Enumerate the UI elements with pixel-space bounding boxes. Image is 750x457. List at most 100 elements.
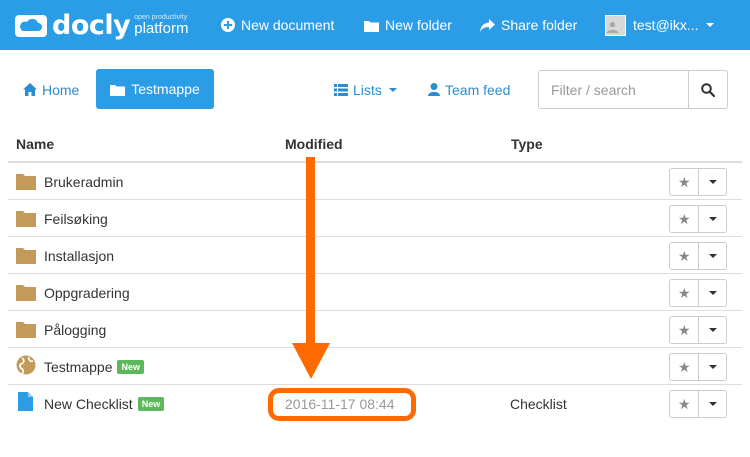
table-row[interactable]: Pålogging ★ [8, 311, 742, 348]
row-actions: ★ [669, 279, 727, 307]
row-name-text: Testmappe [44, 359, 113, 375]
home-label: Home [42, 81, 80, 98]
annotation-arrow-head [292, 343, 330, 379]
list-icon [334, 83, 348, 96]
row-name[interactable]: Brukeradmin [44, 174, 123, 190]
share-folder-button[interactable]: Share folder [480, 0, 577, 50]
chevron-down-icon [708, 402, 717, 406]
new-badge: New [117, 360, 144, 374]
home-button[interactable]: Home [23, 70, 79, 109]
star-icon: ★ [677, 247, 691, 264]
star-icon: ★ [677, 358, 691, 375]
user-silhouette-icon [606, 21, 619, 33]
new-badge: New [137, 397, 165, 411]
star-button[interactable]: ★ [669, 205, 700, 233]
row-menu-button[interactable] [699, 390, 727, 418]
search-group [538, 70, 728, 109]
plus-circle-icon [221, 18, 235, 32]
star-button[interactable]: ★ [669, 279, 700, 307]
row-name[interactable]: Oppgradering [44, 285, 130, 301]
row-name[interactable]: Installasjon [44, 248, 114, 264]
folder-icon [16, 248, 36, 264]
brand-word: docly [52, 9, 131, 41]
table-row[interactable]: Feilsøking ★ [8, 200, 742, 237]
lists-label: Lists [353, 81, 382, 98]
row-actions: ★ [669, 353, 727, 381]
row-name[interactable]: Testmappe New [44, 359, 144, 375]
user-menu[interactable]: test@ikx... [605, 0, 714, 50]
row-type: Checklist [510, 396, 567, 412]
row-name[interactable]: Feilsøking [44, 211, 108, 227]
star-button[interactable]: ★ [669, 353, 700, 381]
current-folder-button[interactable]: Testmappe [96, 69, 214, 109]
search-input[interactable] [538, 70, 689, 109]
row-menu-button[interactable] [699, 316, 727, 344]
user-icon [428, 83, 440, 96]
docly-logo[interactable]: docly open productivity platform [14, 7, 188, 43]
folder-icon [16, 174, 36, 190]
row-menu-button[interactable] [699, 205, 727, 233]
row-name[interactable]: New Checklist New [44, 396, 165, 412]
star-icon: ★ [677, 173, 691, 190]
table-row[interactable]: Testmappe New ★ [8, 348, 742, 385]
column-header-modified[interactable]: Modified [285, 136, 343, 152]
table-row[interactable]: Installasjon ★ [8, 237, 742, 274]
cloud-icon [15, 15, 47, 37]
row-actions: ★ [669, 168, 727, 196]
document-icon [18, 392, 33, 411]
row-menu-button[interactable] [699, 353, 727, 381]
new-document-label: New document [241, 17, 335, 33]
current-folder-label: Testmappe [131, 81, 200, 97]
star-icon: ★ [677, 321, 691, 338]
row-name-text: New Checklist [44, 396, 133, 412]
star-button[interactable]: ★ [669, 168, 700, 196]
column-header-name[interactable]: Name [16, 136, 54, 152]
row-menu-button[interactable] [699, 168, 727, 196]
row-actions: ★ [669, 242, 727, 270]
home-icon [23, 83, 37, 96]
column-header-type[interactable]: Type [511, 136, 543, 152]
user-email: test@ikx... [633, 17, 699, 33]
chevron-down-icon [708, 254, 717, 258]
star-button[interactable]: ★ [669, 390, 700, 418]
chevron-down-icon [708, 291, 717, 295]
star-icon: ★ [677, 210, 691, 227]
lists-dropdown[interactable]: Lists [334, 70, 397, 109]
star-icon: ★ [677, 395, 691, 412]
folder-icon [16, 285, 36, 301]
chevron-down-icon [708, 180, 717, 184]
folder-icon [16, 211, 36, 227]
share-folder-label: Share folder [501, 17, 578, 33]
team-feed-button[interactable]: Team feed [428, 70, 510, 109]
new-folder-label: New folder [385, 17, 452, 33]
shared-folder-icon [16, 355, 36, 375]
star-button[interactable]: ★ [669, 316, 700, 344]
search-button[interactable] [688, 70, 728, 109]
annotation-highlight [268, 388, 416, 421]
search-icon [701, 82, 715, 97]
table-row[interactable]: Oppgradering ★ [8, 274, 742, 311]
chevron-down-icon [708, 217, 717, 221]
chevron-down-icon [708, 365, 717, 369]
chevron-down-icon [388, 87, 397, 92]
row-menu-button[interactable] [699, 279, 727, 307]
row-menu-button[interactable] [699, 242, 727, 270]
table-row[interactable]: Brukeradmin ★ [8, 163, 742, 200]
star-icon: ★ [677, 284, 691, 301]
new-document-button[interactable]: New document [221, 0, 334, 50]
new-folder-button[interactable]: New folder [364, 0, 452, 50]
row-actions: ★ [669, 390, 727, 418]
folder-icon [364, 20, 379, 32]
team-feed-label: Team feed [445, 81, 511, 98]
row-actions: ★ [669, 316, 727, 344]
share-arrow-icon [480, 18, 495, 32]
chevron-down-icon [708, 328, 717, 332]
folder-icon [16, 322, 36, 338]
top-navbar: docly open productivity platform New doc… [0, 0, 750, 50]
chevron-down-icon [705, 23, 714, 27]
brand-tagline-big: platform [134, 20, 189, 37]
row-name[interactable]: Pålogging [44, 322, 106, 338]
annotation-arrow-shaft [306, 157, 315, 345]
row-actions: ★ [669, 205, 727, 233]
star-button[interactable]: ★ [669, 242, 700, 270]
